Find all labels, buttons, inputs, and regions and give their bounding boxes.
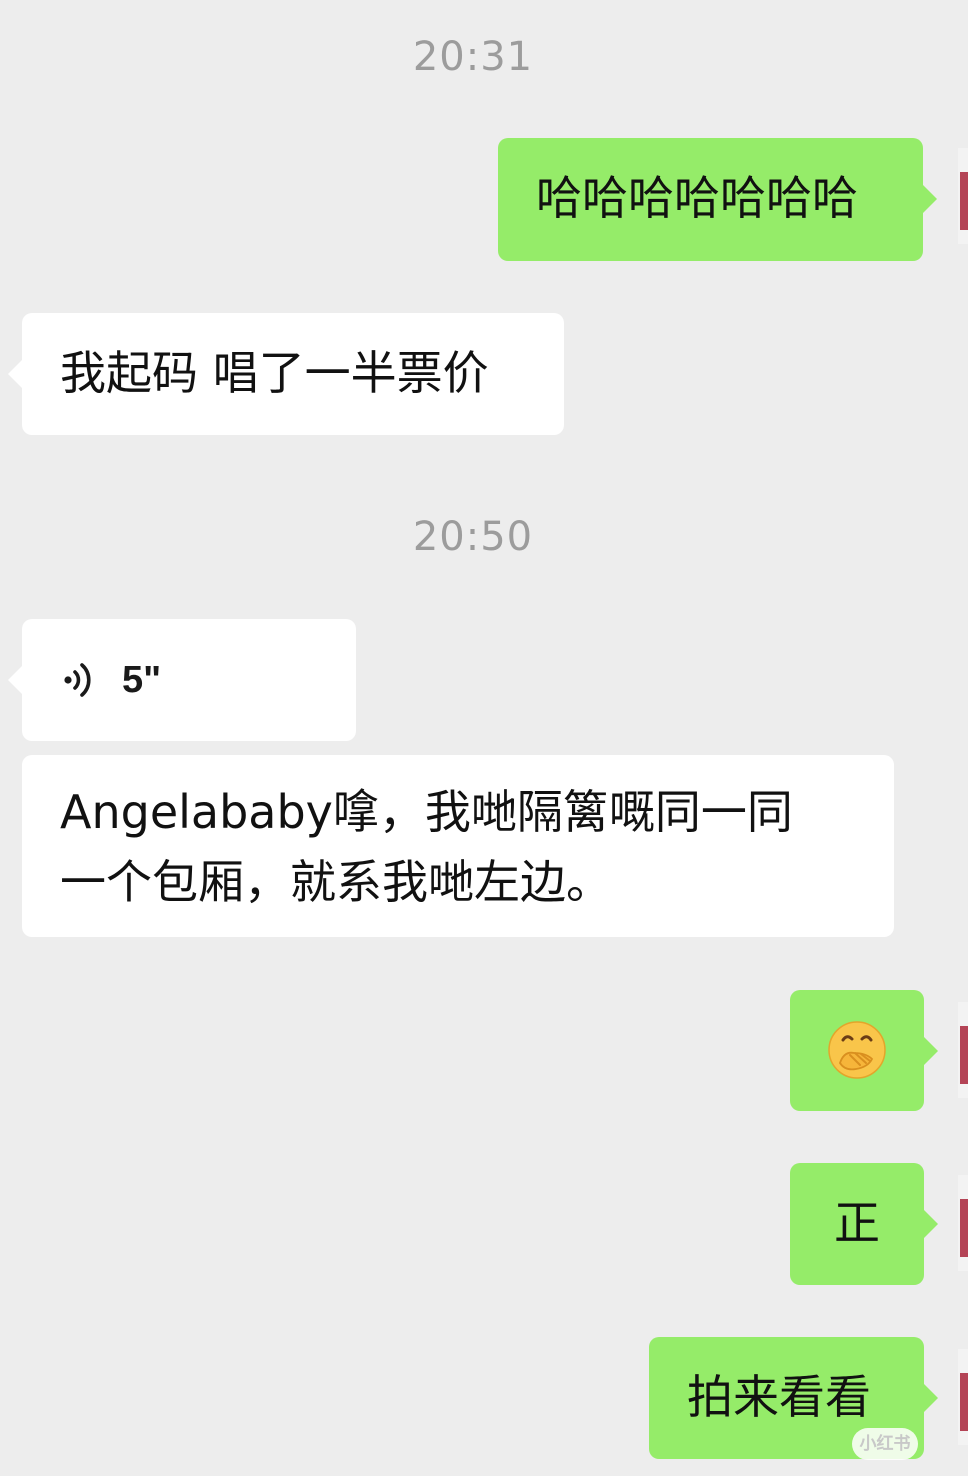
- message-bubble-outgoing[interactable]: 正: [790, 1163, 938, 1285]
- message-text: Angelababy嗱，我哋隔篱嘅同一同 一个包厢，就系我哋左边。: [60, 785, 793, 909]
- watermark-logo: 小红书: [852, 1428, 918, 1460]
- message-text: 我起码 唱了一半票价: [60, 346, 489, 400]
- message-text: 拍来看看: [687, 1370, 871, 1424]
- timestamp: 20:50: [412, 514, 534, 560]
- own-avatar[interactable]: [958, 1002, 968, 1098]
- voice-duration: 5": [122, 659, 162, 701]
- emoji-message-bubble[interactable]: [790, 990, 938, 1111]
- message-bubble-outgoing[interactable]: 哈哈哈哈哈哈哈: [498, 138, 937, 261]
- own-avatar[interactable]: [958, 1175, 968, 1271]
- message-bubble-incoming[interactable]: Angelababy嗱，我哋隔篱嘅同一同 一个包厢，就系我哋左边。: [22, 755, 894, 937]
- chat-window: 20:31 哈哈哈哈哈哈哈 我起码 唱了一半票价 20:50 5" Angela…: [0, 0, 968, 1476]
- own-avatar[interactable]: [958, 148, 968, 244]
- message-text: 正: [834, 1196, 880, 1250]
- voice-message-bubble[interactable]: 5": [8, 619, 356, 741]
- own-avatar[interactable]: [958, 1349, 968, 1445]
- timestamp: 20:31: [412, 34, 534, 80]
- voice-wave-icon: [64, 663, 91, 697]
- message-text: 哈哈哈哈哈哈哈: [536, 171, 858, 225]
- face-with-hand-over-mouth-icon: [828, 1021, 886, 1079]
- message-bubble-incoming[interactable]: 我起码 唱了一半票价: [8, 313, 564, 435]
